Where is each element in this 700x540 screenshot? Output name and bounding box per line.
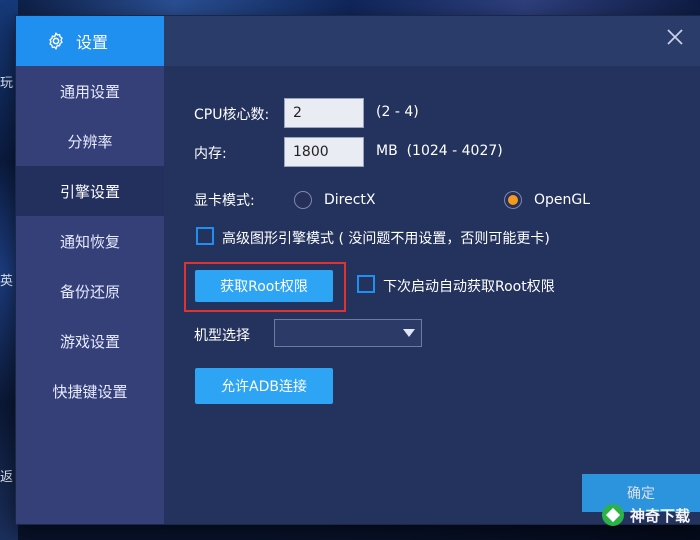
sidebar-item-label: 游戏设置 <box>59 332 120 351</box>
gear-icon <box>49 32 63 50</box>
watermark-text: 神奇下载 <box>629 506 690 525</box>
background-glyph: 返 <box>0 470 14 485</box>
model-select[interactable] <box>274 319 422 347</box>
advanced-engine-checkbox[interactable] <box>196 227 214 245</box>
cpu-label: CPU核心数: <box>194 107 270 123</box>
watermark: 神奇下载 <box>601 504 690 526</box>
directx-label: DirectX <box>324 192 376 208</box>
cpu-range-hint: (2 - 4) <box>376 104 419 120</box>
auto-root-checkbox[interactable] <box>357 275 375 293</box>
memory-label: 内存: <box>194 146 227 162</box>
settings-dialog: 设置 通用设置 分辨率 引擎设置 通知恢复 备份还原 游戏设置 快捷键设置 CP… <box>16 16 700 524</box>
gpu-mode-label: 显卡模式: <box>194 193 255 209</box>
sidebar-item-label: 分辨率 <box>67 132 113 151</box>
sidebar-item-label: 备份还原 <box>59 282 120 301</box>
watermark-logo-icon <box>601 504 624 526</box>
sidebar-title: 设置 <box>76 33 109 52</box>
sidebar-item-resolution[interactable]: 分辨率 <box>16 116 164 166</box>
engine-settings-panel: CPU核心数: (2 - 4) 内存: MB (1024 - 4027) 显卡模… <box>164 66 700 524</box>
sidebar-item-shortcuts[interactable]: 快捷键设置 <box>16 366 164 416</box>
opengl-label: OpenGL <box>534 192 591 208</box>
sidebar-item-label: 通知恢复 <box>59 232 120 251</box>
chevron-down-icon <box>403 329 415 337</box>
sidebar-item-engine[interactable]: 引擎设置 <box>16 166 164 216</box>
advanced-engine-label: 高级图形引擎模式 ( 没问题不用设置，否则可能更卡) <box>222 231 550 247</box>
sidebar-item-label: 引擎设置 <box>59 182 120 201</box>
sidebar-item-game[interactable]: 游戏设置 <box>16 316 164 366</box>
opengl-radio[interactable] <box>504 191 522 209</box>
sidebar-header: 设置 <box>16 16 164 66</box>
sidebar-item-notification[interactable]: 通知恢复 <box>16 216 164 266</box>
sidebar-item-backup[interactable]: 备份还原 <box>16 266 164 316</box>
close-icon[interactable] <box>664 26 686 48</box>
sidebar-item-label: 快捷键设置 <box>52 382 128 401</box>
settings-sidebar: 设置 通用设置 分辨率 引擎设置 通知恢复 备份还原 游戏设置 快捷键设置 <box>16 16 164 524</box>
memory-range-hint: MB (1024 - 4027) <box>376 143 503 159</box>
title-bar <box>164 16 700 66</box>
memory-input[interactable] <box>284 137 364 167</box>
sidebar-item-general[interactable]: 通用设置 <box>16 66 164 116</box>
model-label: 机型选择 <box>194 328 250 344</box>
cpu-cores-input[interactable] <box>284 98 364 128</box>
allow-adb-button[interactable]: 允许ADB连接 <box>195 368 333 404</box>
get-root-button[interactable]: 获取Root权限 <box>195 270 333 302</box>
background-glyph: 英 <box>0 274 14 289</box>
directx-radio[interactable] <box>294 191 312 209</box>
auto-root-label: 下次启动自动获取Root权限 <box>383 279 555 295</box>
sidebar-item-label: 通用设置 <box>59 82 120 101</box>
background-glyph: 玩 <box>0 76 14 91</box>
